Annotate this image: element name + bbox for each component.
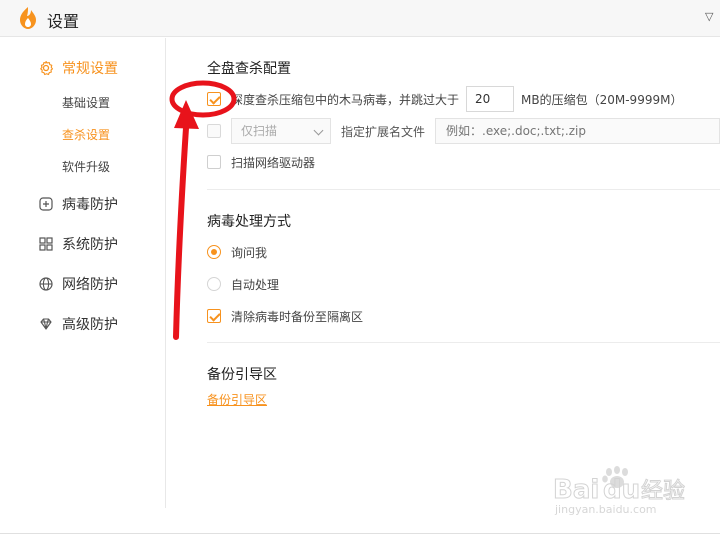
sidebar-item-label: 常规设置 — [62, 61, 118, 77]
deep-scan-row: 深度查杀压缩包中的木马病毒，并跳过大于 MB的压缩包（20M-9999M） — [207, 86, 683, 112]
auto-handle-label: 自动处理 — [231, 277, 280, 292]
auto-handle-radio[interactable] — [207, 277, 221, 291]
svg-text:Bai: Bai — [553, 475, 599, 505]
ask-me-label: 询问我 — [231, 245, 268, 260]
ask-me-row: 询问我 — [207, 240, 267, 264]
backup-quarantine-checkbox[interactable] — [207, 309, 221, 323]
divider — [207, 342, 720, 343]
chevron-down-icon — [313, 125, 324, 136]
divider — [0, 533, 720, 534]
archive-size-input[interactable] — [466, 86, 515, 112]
sidebar-subitem-basic[interactable]: 基础设置 — [62, 94, 110, 112]
network-drive-label: 扫描网络驱动器 — [231, 155, 316, 170]
backup-guide-link[interactable]: 备份引导区 — [207, 391, 267, 408]
globe-icon — [39, 277, 53, 291]
diamond-icon — [40, 318, 52, 330]
backup-quarantine-label: 清除病毒时备份至隔离区 — [231, 309, 364, 324]
flame-logo-icon — [20, 7, 36, 29]
sidebar-item-general[interactable]: 常规设置 — [38, 57, 118, 79]
watermark-url: jingyan.baidu.com — [555, 503, 657, 516]
section-title-virus-handling: 病毒处理方式 — [207, 214, 291, 230]
network-drive-row: 扫描网络驱动器 — [207, 150, 315, 174]
ext-input[interactable] — [435, 118, 720, 144]
auto-handle-row: 自动处理 — [207, 272, 279, 296]
sidebar-item-system[interactable]: 系统防护 — [38, 233, 118, 255]
sidebar-item-label: 病毒防护 — [62, 197, 118, 213]
svg-text:du: du — [603, 475, 640, 505]
annotation-arrow-shaft — [173, 125, 189, 340]
grid-icon — [39, 237, 53, 251]
title-bar: 设置 ▽ — [0, 0, 720, 37]
deep-scan-suffix: MB的压缩包（20M-9999M） — [521, 92, 683, 107]
gear-icon — [40, 60, 54, 76]
scan-mode-row — [207, 119, 221, 143]
annotation-arrow-head — [174, 100, 199, 129]
network-drive-checkbox[interactable] — [207, 155, 221, 169]
sidebar-item-virus[interactable]: 病毒防护 — [38, 193, 118, 215]
divider — [207, 189, 720, 190]
backup-quarantine-row: 清除病毒时备份至隔离区 — [207, 304, 363, 328]
deep-scan-label: 深度查杀压缩包中的木马病毒，并跳过大于 — [231, 92, 460, 107]
scan-mode-select[interactable]: 仅扫描 — [231, 118, 331, 144]
sidebar-item-label: 高级防护 — [62, 317, 118, 333]
sidebar-item-label: 网络防护 — [62, 277, 118, 293]
svg-text:经验: 经验 — [641, 479, 685, 504]
scan-mode-value: 仅扫描 — [241, 124, 278, 138]
plus-square-icon — [39, 197, 53, 211]
ext-scan-checkbox[interactable] — [207, 124, 221, 138]
ext-label: 指定扩展名文件 — [341, 125, 426, 139]
sidebar-item-network[interactable]: 网络防护 — [38, 273, 118, 295]
section-title-backup-guide: 备份引导区 — [207, 367, 277, 383]
sidebar-item-label: 系统防护 — [62, 237, 118, 253]
deep-scan-checkbox[interactable] — [207, 92, 221, 106]
section-title-full-scan: 全盘查杀配置 — [207, 61, 291, 77]
ask-me-radio[interactable] — [207, 245, 221, 259]
sidebar-item-advanced[interactable]: 高级防护 — [38, 313, 118, 335]
window-title: 设置 — [47, 12, 80, 31]
chevron-down-icon[interactable]: ▽ — [705, 10, 713, 23]
sidebar-subitem-scan[interactable]: 查杀设置 — [62, 126, 110, 144]
sidebar-subitem-upgrade[interactable]: 软件升级 — [62, 158, 110, 176]
settings-window: 设置 ▽ 常规设置 基础设置 查杀设置 软件升级 病毒防护 系统防护 网络防护 … — [0, 0, 720, 538]
